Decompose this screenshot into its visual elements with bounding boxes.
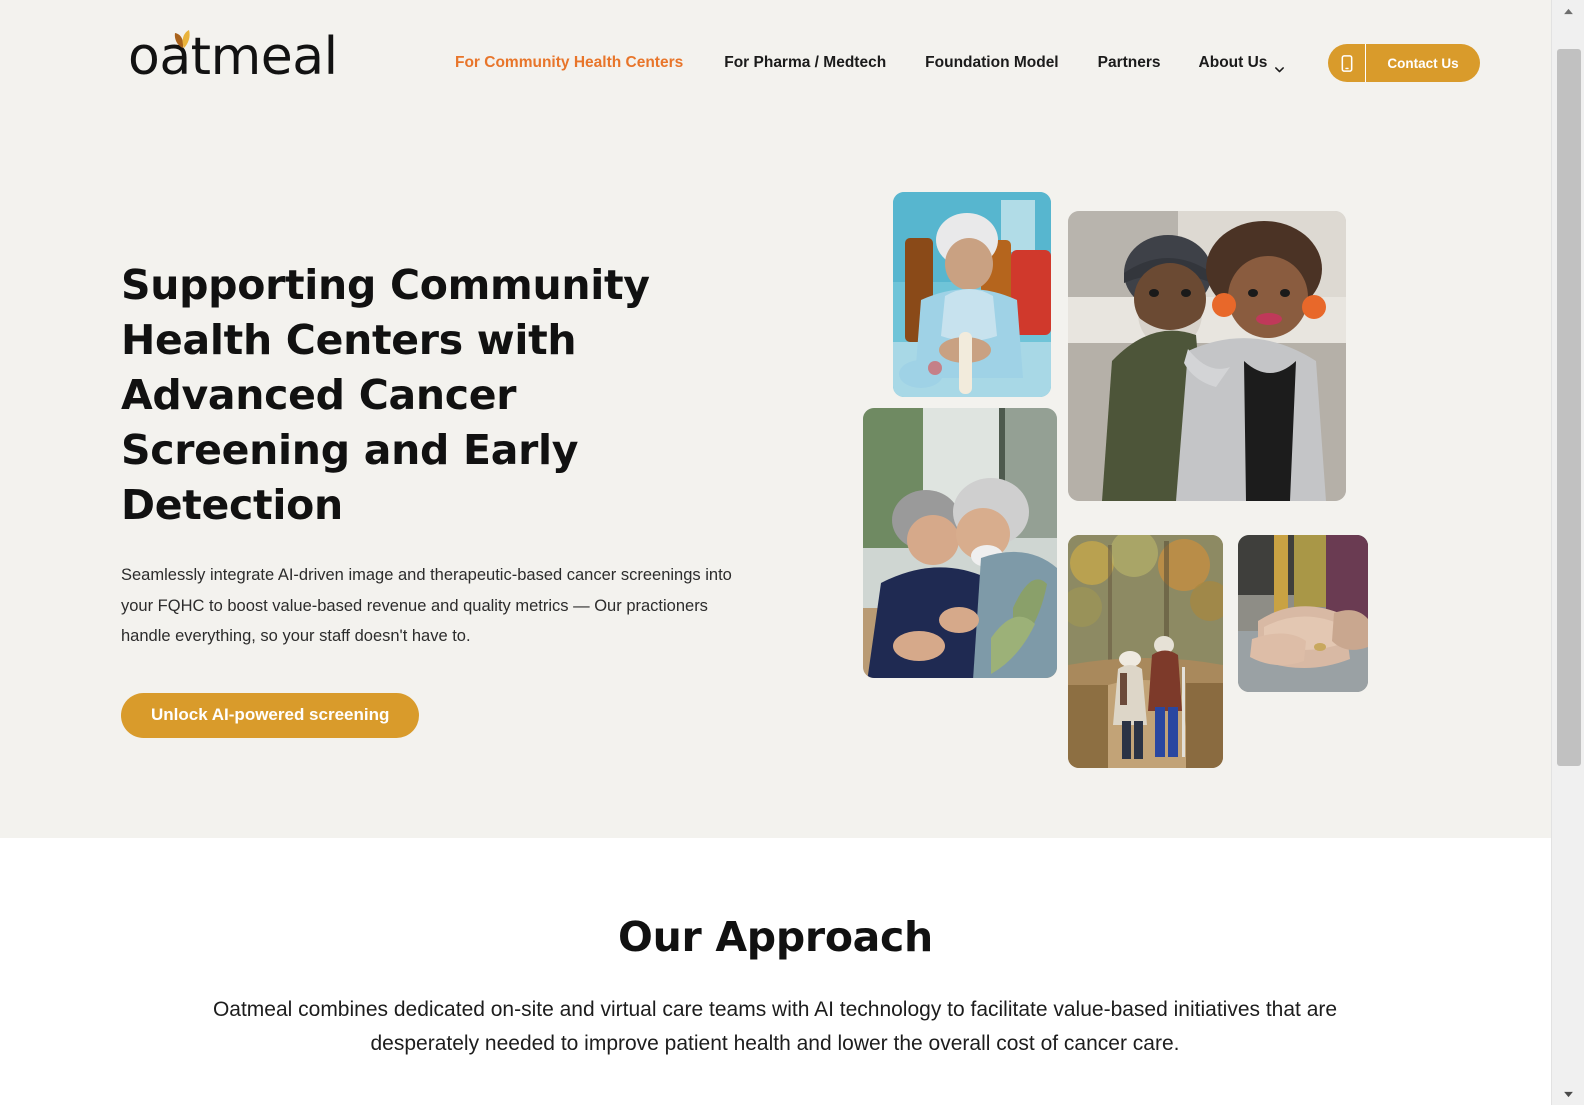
hero-subtitle: Seamlessly integrate AI-driven image and… [121, 566, 732, 645]
approach-body: Oatmeal combines dedicated on-site and v… [212, 998, 1338, 1055]
nav-item-label: About Us [1198, 54, 1268, 71]
scrollbar-thumb[interactable] [1557, 49, 1581, 766]
scroll-down-arrow-icon[interactable] [1552, 1083, 1584, 1105]
collage-photo-elderly-woman-blue [893, 192, 1051, 397]
nav-item-partners[interactable]: Partners [1098, 50, 1161, 76]
nav-item-foundation-model[interactable]: Foundation Model [925, 50, 1058, 76]
scrollbar-track[interactable] [1552, 22, 1584, 1083]
nav-item-label: For Community Health Centers [455, 54, 684, 71]
nav-item-label: For Pharma / Medtech [724, 54, 887, 71]
site-header: oatmeal For Community Health Centers For… [0, 0, 1551, 115]
nav-item-for-pharma-medtech[interactable]: For Pharma / Medtech [724, 50, 886, 76]
contact-us-label: Contact Us [1387, 55, 1459, 71]
collage-photo-couple-walking-autumn [1068, 535, 1223, 768]
unlock-screening-button[interactable]: Unlock AI-powered screening [121, 692, 420, 738]
approach-title: Our Approach [618, 913, 933, 961]
nav-item-about-us[interactable]: About Us [1199, 50, 1286, 76]
collage-photo-clasped-hands [1238, 535, 1368, 692]
chevron-down-icon [1274, 58, 1285, 72]
nav-item-label: Foundation Model [925, 54, 1059, 71]
nav-item-label: Partners [1097, 54, 1161, 71]
browser-scrollbar[interactable] [1551, 0, 1584, 1105]
brand-logo[interactable]: oatmeal [128, 28, 338, 86]
hero-title: Supporting Community Health Centers with… [121, 261, 650, 529]
contact-us-button[interactable]: Contact Us [1328, 44, 1480, 82]
mobile-phone-icon [1328, 44, 1367, 82]
brand-logo-text: oatmeal [128, 27, 338, 87]
our-approach-section: Our Approach Oatmeal combines dedicated … [0, 838, 1551, 1105]
nav-item-for-community-health-centers[interactable]: For Community Health Centers [455, 50, 683, 76]
browser-viewport: oatmeal For Community Health Centers For… [0, 0, 1584, 1105]
hero-section: oatmeal For Community Health Centers For… [0, 0, 1551, 838]
hero-copy: Supporting Community Health Centers with… [121, 258, 761, 738]
collage-photo-couple-laughing [863, 408, 1057, 678]
scroll-up-arrow-icon[interactable] [1552, 0, 1584, 22]
hero-photo-collage [860, 185, 1380, 775]
page-content: oatmeal For Community Health Centers For… [0, 0, 1551, 1105]
sprout-leaf-icon [166, 24, 200, 54]
collage-photo-smiling-couple [1068, 211, 1346, 501]
primary-navigation: For Community Health Centers For Pharma … [455, 44, 1480, 82]
